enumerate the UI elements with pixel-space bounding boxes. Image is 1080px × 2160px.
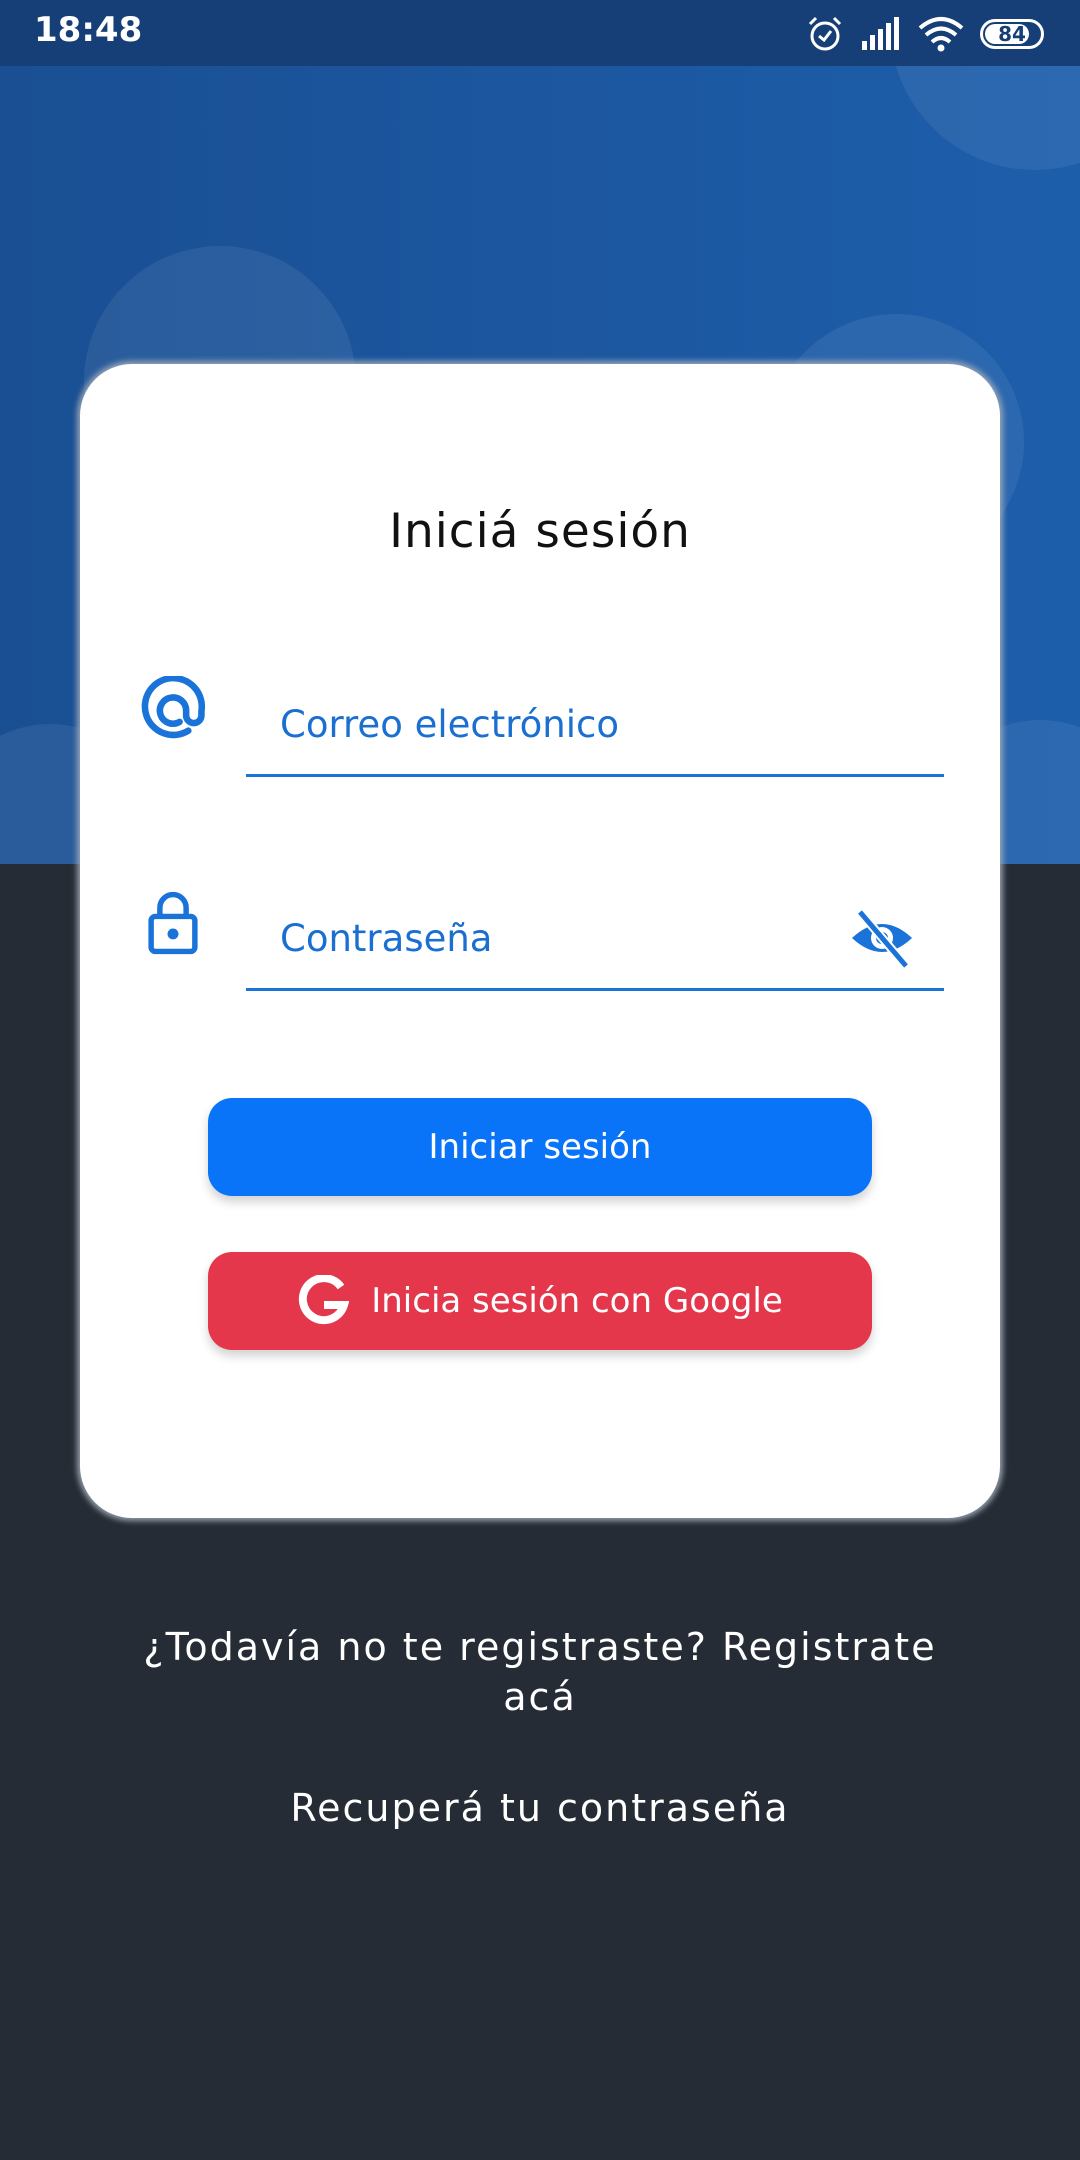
- battery-level: 84: [998, 22, 1026, 46]
- at-sign-icon: [141, 676, 206, 739]
- email-input[interactable]: [246, 674, 806, 774]
- google-icon: [299, 1275, 350, 1325]
- password-field[interactable]: [246, 888, 944, 991]
- login-card: Iniciá sesión Iniciar sesión Inicia sesi…: [80, 364, 1000, 1518]
- login-button[interactable]: Iniciar sesión: [208, 1098, 872, 1196]
- alarm-icon: [808, 16, 842, 51]
- login-button-label: Iniciar sesión: [428, 1127, 652, 1167]
- battery-icon: 84: [980, 19, 1044, 49]
- recover-password-link[interactable]: Recuperá tu contraseña: [100, 1783, 980, 1833]
- wifi-icon: [918, 17, 964, 52]
- page-title: Iniciá sesión: [389, 504, 691, 559]
- register-link[interactable]: ¿Todavía no te registraste? Registrate a…: [100, 1622, 980, 1722]
- lock-icon: [148, 891, 198, 955]
- status-time: 18:48: [34, 10, 143, 50]
- google-button-label: Inicia sesión con Google: [371, 1281, 783, 1321]
- status-bar: 18:48 84: [0, 0, 1080, 66]
- status-icons: 84: [806, 12, 1044, 56]
- password-input[interactable]: [246, 888, 806, 988]
- email-field[interactable]: [246, 674, 944, 777]
- signal-icon: [862, 17, 899, 50]
- eye-off-icon[interactable]: [850, 906, 914, 970]
- google-login-button[interactable]: Inicia sesión con Google: [208, 1252, 872, 1350]
